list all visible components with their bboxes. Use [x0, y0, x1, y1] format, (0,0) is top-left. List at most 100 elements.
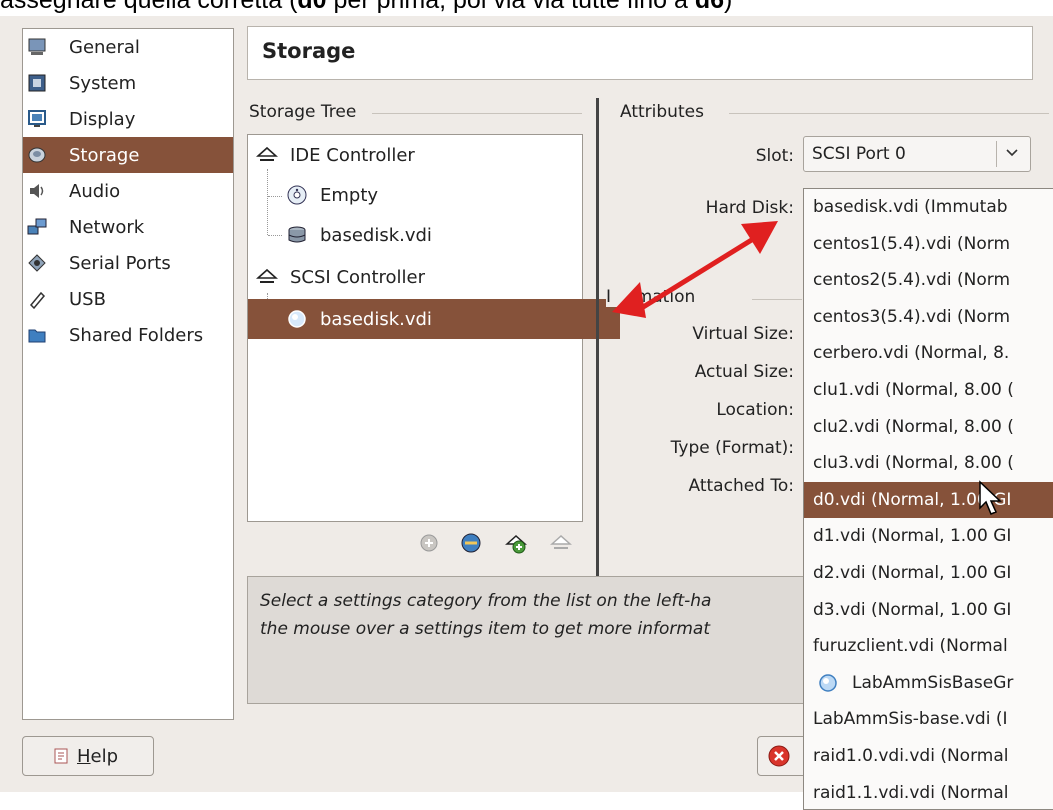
help-mnemonic: H — [77, 745, 91, 767]
tree-item-basedisk-scsi[interactable]: basedisk.vdi — [248, 299, 620, 339]
sidebar-item-network[interactable]: Network — [23, 209, 233, 245]
group-divider — [729, 113, 1049, 114]
dropdown-item[interactable]: clu3.vdi (Normal, 8.00 ( — [804, 445, 1053, 481]
group-divider — [752, 299, 802, 300]
help-button-label: Help — [77, 746, 118, 767]
sidebar-item-shared-folders[interactable]: Shared Folders — [23, 317, 233, 353]
actual-size-label: Actual Size: — [694, 362, 794, 382]
dropdown-item-label: clu2.vdi (Normal, 8.00 ( — [813, 416, 1014, 437]
dropdown-item-label: d1.vdi (Normal, 1.00 GI — [813, 526, 1012, 547]
sidebar-item-general[interactable]: General — [23, 29, 233, 65]
tree-item-ide-controller[interactable]: IDE Controller — [248, 135, 590, 175]
sidebar-item-label: Shared Folders — [69, 324, 204, 346]
settings-dialog: General System Display Storage Audio Net… — [0, 16, 1053, 810]
caption-text-mid: per prima, poi via via tutte fino a — [326, 0, 695, 14]
dropdown-item-label: raid1.1.vdi.vdi (Normal — [813, 782, 1009, 803]
dropdown-item-label: d3.vdi (Normal, 1.00 GI — [813, 599, 1012, 620]
information-heading-first: I — [606, 287, 612, 307]
sidebar-item-label: Network — [69, 216, 145, 238]
dropdown-item[interactable]: LabAmmSis-base.vdi (I — [804, 701, 1053, 737]
storage-tree[interactable]: IDE Controller Empty basedisk.vdi SCSI C… — [247, 134, 620, 522]
dropdown-item[interactable]: d2.vdi (Normal, 1.00 GI — [804, 555, 1053, 591]
settings-category-list[interactable]: General System Display Storage Audio Net… — [22, 28, 234, 720]
dropdown-item[interactable]: cerbero.vdi (Normal, 8. — [804, 335, 1053, 371]
sidebar-item-label: Display — [69, 108, 136, 130]
sidebar-item-display[interactable]: Display — [23, 101, 233, 137]
ide-controller-icon — [256, 144, 278, 166]
display-icon — [27, 109, 47, 129]
dropdown-item[interactable]: LabAmmSisBaseGr — [804, 665, 1053, 701]
chevron-down-icon — [1002, 143, 1022, 163]
remove-attachment-button[interactable] — [550, 532, 572, 554]
dropdown-item-label: furuzclient.vdi (Normal — [813, 636, 1008, 657]
sidebar-item-label: System — [69, 72, 137, 94]
storage-tree-heading: Storage Tree — [249, 102, 363, 122]
combo-divider — [996, 141, 997, 167]
sidebar-item-usb[interactable]: USB — [23, 281, 233, 317]
dropdown-item[interactable]: d3.vdi (Normal, 1.00 GI — [804, 592, 1053, 628]
panel-splitter[interactable] — [596, 98, 599, 578]
sidebar-item-label: General — [69, 36, 140, 58]
hard-disk-icon — [286, 224, 308, 246]
dropdown-item[interactable]: d1.vdi (Normal, 1.00 GI — [804, 518, 1053, 554]
help-button[interactable]: Help — [22, 736, 154, 776]
remove-controller-button[interactable] — [460, 532, 482, 554]
tree-item-label: basedisk.vdi — [320, 224, 432, 246]
sidebar-item-system[interactable]: System — [23, 65, 233, 101]
add-controller-button[interactable] — [418, 532, 440, 554]
audio-icon — [27, 181, 47, 201]
dropdown-item[interactable]: centos3(5.4).vdi (Norm — [804, 299, 1053, 335]
information-heading: Irmation — [606, 287, 702, 307]
page-title-box: Storage — [247, 26, 1033, 80]
dropdown-item[interactable]: raid1.0.vdi.vdi (Normal — [804, 738, 1053, 774]
sidebar-item-label: Storage — [69, 144, 140, 166]
information-heading-rest: rmation — [629, 287, 696, 307]
dropdown-item-label: LabAmmSis-base.vdi (I — [813, 709, 1008, 730]
description-line: Select a settings category from the list… — [260, 591, 712, 611]
hard-disk-icon — [818, 673, 838, 693]
storage-icon — [27, 145, 47, 165]
cd-drive-icon — [286, 184, 308, 206]
page-title: Storage — [262, 39, 356, 63]
sidebar-item-audio[interactable]: Audio — [23, 173, 233, 209]
dropdown-item[interactable]: centos2(5.4).vdi (Norm — [804, 262, 1053, 298]
dropdown-item-label: centos1(5.4).vdi (Norm — [813, 233, 1011, 254]
tree-item-scsi-controller[interactable]: SCSI Controller — [248, 257, 590, 297]
tree-item-label: Empty — [320, 184, 379, 206]
usb-icon — [27, 289, 47, 309]
system-icon — [27, 73, 47, 93]
dropdown-item-label: clu1.vdi (Normal, 8.00 ( — [813, 380, 1014, 400]
scsi-controller-icon — [256, 266, 278, 288]
attributes-heading: Attributes — [620, 102, 710, 122]
caption-bold-d0: d0 — [297, 0, 327, 14]
dropdown-item[interactable]: furuzclient.vdi (Normal — [804, 628, 1053, 664]
hard-disk-dropdown[interactable]: basedisk.vdi (Immutab centos1(5.4).vdi (N… — [803, 188, 1053, 810]
attached-to-label: Attached To: — [688, 476, 794, 496]
hard-disk-icon — [286, 308, 308, 330]
dropdown-item[interactable]: clu1.vdi (Normal, 8.00 ( — [804, 372, 1053, 408]
description-line: the mouse over a settings item to get mo… — [260, 619, 711, 639]
dropdown-item[interactable]: clu2.vdi (Normal, 8.00 ( — [804, 409, 1053, 445]
sidebar-item-label: Serial Ports — [69, 252, 171, 274]
tree-item-label: basedisk.vdi — [320, 308, 432, 330]
dropdown-item-label: raid1.0.vdi.vdi (Normal — [813, 746, 1009, 766]
dropdown-item[interactable]: d0.vdi (Normal, 1.00 GI — [804, 481, 1053, 518]
caption-bold-d6: d6 — [694, 0, 725, 14]
dropdown-item[interactable]: raid1.1.vdi.vdi (Normal — [804, 775, 1053, 809]
remove-attachment-icon — [550, 534, 572, 549]
help-label-rest: elp — [90, 745, 119, 767]
sidebar-item-label: Audio — [69, 180, 121, 202]
instruction-caption: assegnare quella corretta (d0 per prima,… — [0, 0, 1053, 16]
dropdown-item-label: LabAmmSisBaseGr — [852, 672, 1014, 693]
add-attachment-button[interactable] — [505, 532, 527, 554]
dropdown-item[interactable]: basedisk.vdi (Immutab — [804, 189, 1053, 225]
location-label: Location: — [716, 400, 794, 420]
sidebar-item-storage[interactable]: Storage — [23, 137, 233, 173]
dropdown-item[interactable]: centos1(5.4).vdi (Norm — [804, 226, 1053, 262]
sidebar-item-serial-ports[interactable]: Serial Ports — [23, 245, 233, 281]
tree-item-basedisk-ide[interactable]: basedisk.vdi — [248, 215, 620, 255]
tree-item-empty[interactable]: Empty — [248, 175, 620, 215]
virtual-size-label: Virtual Size: — [692, 324, 794, 344]
type-format-label: Type (Format): — [670, 438, 794, 458]
slot-select[interactable]: SCSI Port 0 — [803, 136, 1031, 172]
